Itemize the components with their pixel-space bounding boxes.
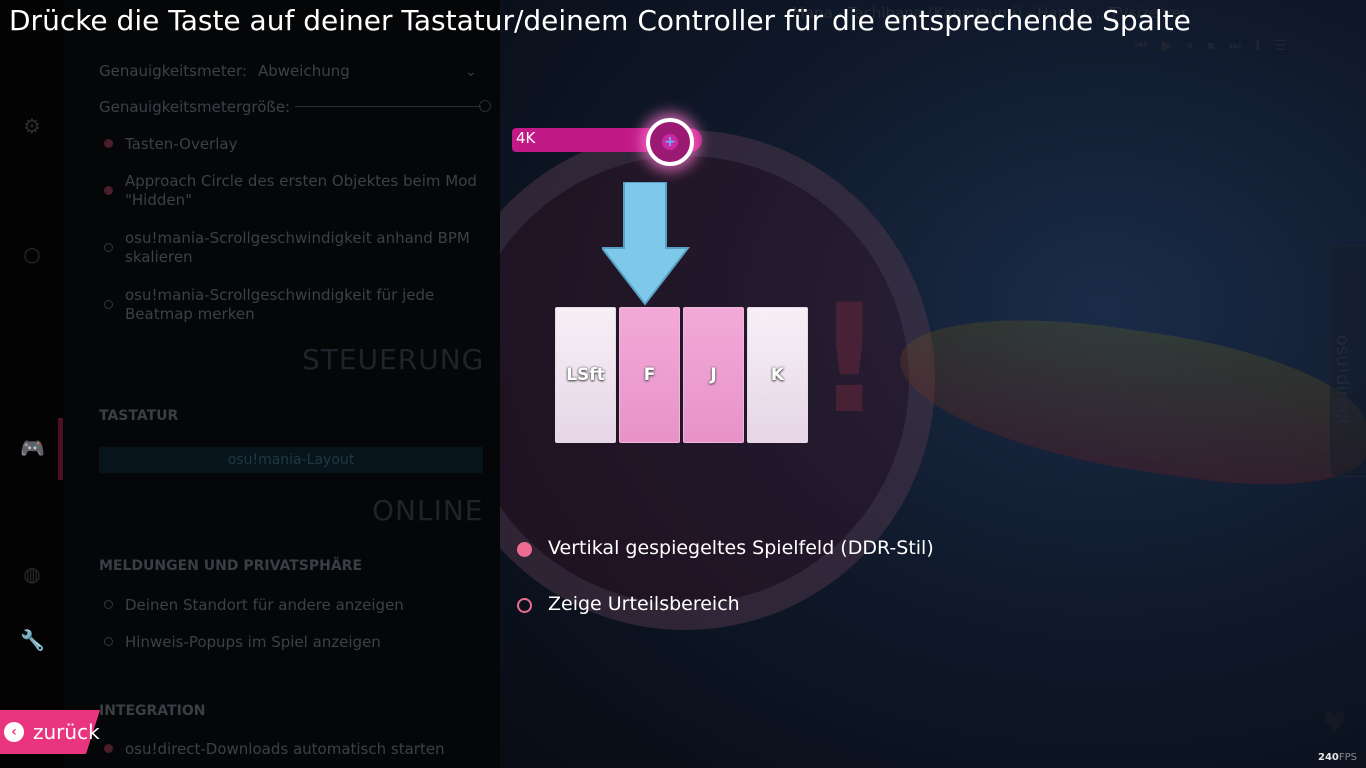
checkbox-ddr-style[interactable]	[517, 542, 532, 557]
column-key-2[interactable]: F	[619, 307, 680, 443]
plus-icon: +	[662, 134, 678, 150]
checkbox-auto-download[interactable]	[104, 744, 113, 753]
keycount-slider-knob[interactable]: +	[646, 118, 694, 166]
fps-unit: FPS	[1338, 752, 1358, 763]
section-controls-title: STEUERUNG	[302, 343, 485, 376]
heart-icon[interactable]: ♥	[1322, 706, 1347, 739]
section-online-title: ONLINE	[372, 494, 484, 527]
setting-hint-popups: Hinweis-Popups im Spiel anzeigen	[125, 633, 381, 651]
column-key-4[interactable]: K	[747, 307, 808, 443]
circle-icon[interactable]: ○	[20, 242, 44, 266]
checkbox-judgement-area[interactable]	[517, 598, 532, 613]
heading-keyboard: TASTATUR	[99, 408, 179, 424]
back-button-label[interactable]: zurück	[33, 720, 100, 744]
accuracy-meter-size-label: Genauigkeitsmetergröße:	[99, 98, 291, 116]
column-key-1[interactable]: LSft	[555, 307, 616, 443]
column-key-3[interactable]: J	[683, 307, 744, 443]
mania-layout-button[interactable]: osu!mania-Layout	[99, 447, 483, 473]
wrench-icon[interactable]: 🔧	[20, 628, 45, 652]
setting-auto-download: osu!direct-Downloads automatisch starten	[125, 740, 445, 758]
osu-logo-exclamation: !	[815, 273, 884, 447]
option-ddr-style[interactable]: Vertikal gespiegeltes Spielfeld (DDR-Sti…	[548, 537, 934, 559]
accuracy-meter-dropdown[interactable]: Abweichung	[258, 62, 350, 81]
sidebar-active-indicator	[58, 418, 63, 480]
osu-direct-label: osu!direct	[1332, 335, 1353, 426]
slider-knob[interactable]	[479, 100, 491, 112]
checkbox-approach-circle[interactable]	[104, 186, 113, 195]
checkbox-remember-scroll[interactable]	[104, 300, 113, 309]
chevron-left-icon[interactable]: ‹	[4, 722, 24, 742]
globe-icon[interactable]: ◍	[20, 562, 44, 586]
fps-counter: 240FPS	[1318, 752, 1357, 763]
setting-show-location: Deinen Standort für andere anzeigen	[125, 596, 404, 614]
checkbox-bpm-scroll[interactable]	[104, 243, 113, 252]
gamepad-icon[interactable]: 🎮	[20, 436, 45, 460]
accuracy-meter-label: Genauigkeitsmeter:	[99, 62, 247, 80]
arrow-down-icon	[602, 182, 690, 306]
heading-integration: INTEGRATION	[99, 703, 206, 719]
instruction-text: Drücke die Taste auf deiner Tastatur/dei…	[9, 4, 1191, 37]
checkbox-hint-popups[interactable]	[104, 637, 113, 646]
setting-bpm-scroll: osu!mania-Scrollgeschwindigkeit anhand B…	[125, 229, 470, 266]
gear-icon[interactable]: ⚙	[20, 114, 44, 138]
checkbox-key-overlay[interactable]	[104, 139, 113, 148]
settings-sidebar: ⚙ ○ 🎮 ◍ 🔧	[0, 0, 64, 768]
heading-privacy: MELDUNGEN UND PRIVATSPHÄRE	[99, 558, 363, 574]
chevron-down-icon[interactable]: ⌄	[465, 64, 479, 80]
setting-approach-circle: Approach Circle des ersten Objektes beim…	[125, 172, 477, 209]
checkbox-show-location[interactable]	[104, 600, 113, 609]
setting-key-overlay: Tasten-Overlay	[125, 135, 238, 153]
fps-value: 240	[1318, 752, 1339, 763]
setting-remember-scroll: osu!mania-Scrollgeschwindigkeit für jede…	[125, 286, 435, 323]
music-player-controls[interactable]: ⏮▶⏸⏹⏭ℹ☰	[1135, 38, 1361, 60]
keycount-label: 4K	[516, 129, 536, 147]
accuracy-meter-size-slider[interactable]	[295, 106, 481, 107]
option-judgement-area[interactable]: Zeige Urteilsbereich	[548, 593, 740, 615]
